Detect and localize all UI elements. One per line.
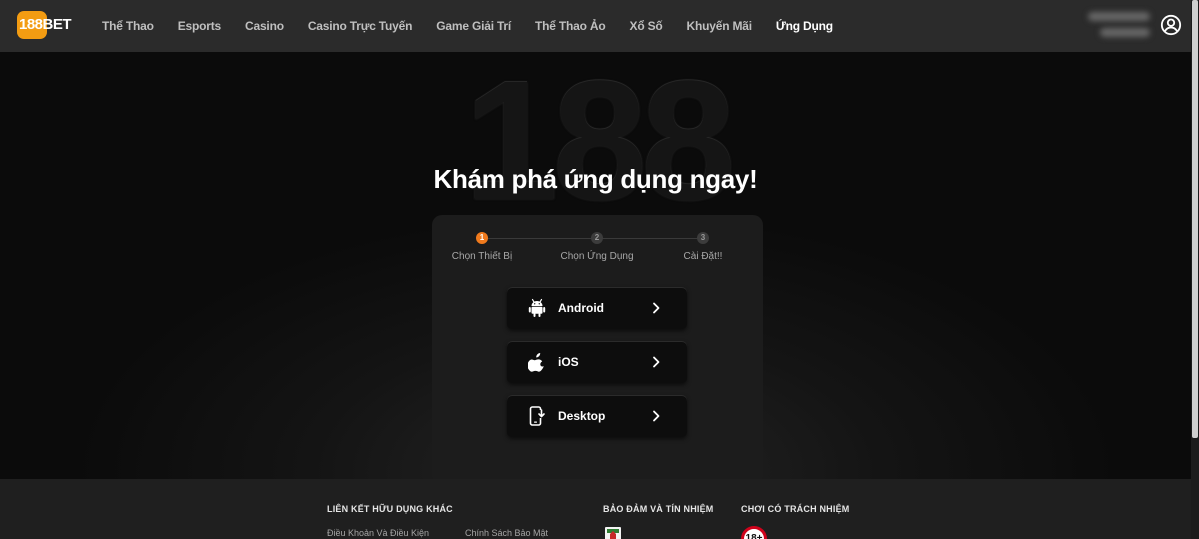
nav-item-xo-so[interactable]: Xổ Số [618,19,675,33]
background-logo: 188 [464,52,736,236]
step-number: 2 [591,232,603,244]
apple-icon [528,353,544,372]
scrollbar-thumb[interactable] [1192,0,1198,438]
footer-heading-useful-links: LIÊN KẾT HỮU DỤNG KHÁC [327,504,453,514]
android-icon [528,298,546,317]
app-download-card: 1 Chọn Thiết Bị 2 Chọn Ứng Dụng 3 Cài Đặ… [432,215,763,479]
desktop-button[interactable]: Desktop [507,395,687,437]
option-label: Android [558,301,604,315]
nav-item-khuyen-mai[interactable]: Khuyến Mãi [675,19,764,33]
footer: LIÊN KẾT HỮU DỤNG KHÁC Điều Khoản Và Điề… [0,479,1191,539]
device-download-icon [529,406,546,426]
step-number: 3 [697,232,709,244]
step-label: Chọn Ứng Dụng [560,251,634,262]
footer-heading-responsible: CHƠI CÓ TRÁCH NHIỆM [741,504,850,514]
chevron-right-icon [653,302,660,314]
footer-link-terms[interactable]: Điều Khoản Và Điều Kiện [327,528,429,538]
brand-logo[interactable]: 188BET [17,9,72,41]
top-nav: 188BET Thể Thao Esports Casino Casino Tr… [0,0,1191,52]
license-badge-icon[interactable] [604,526,622,539]
page-title: Khám phá ứng dụng ngay! [433,164,758,194]
step-number: 1 [476,232,488,244]
ios-button[interactable]: iOS [507,341,687,383]
option-label: iOS [558,355,579,369]
hero-section: 188 Khám phá ứng dụng ngay! 1 Chọn Thiết… [0,52,1191,479]
nav-item-ung-dung[interactable]: Ứng Dụng [764,19,845,33]
footer-link-privacy[interactable]: Chính Sách Bảo Mật [465,528,548,538]
android-button[interactable]: Android [507,287,687,329]
nav-item-casino[interactable]: Casino [233,19,296,33]
user-circle-icon[interactable] [1160,14,1182,36]
nav-menu: Thể Thao Esports Casino Casino Trực Tuyế… [90,0,845,52]
step-choose-device: 1 Chọn Thiết Bị [432,232,532,262]
nav-item-game-giai-tri[interactable]: Game Giải Trí [424,19,523,33]
step-choose-app: 2 Chọn Ứng Dụng [547,232,647,262]
logo-text: 188BET [19,16,72,33]
option-label: Desktop [558,409,606,423]
nav-item-the-thao-ao[interactable]: Thể Thao Ảo [523,19,617,33]
account-info-blurred [1086,10,1152,40]
chevron-right-icon [653,410,660,422]
nav-item-casino-truc-tuyen[interactable]: Casino Trực Tuyến [296,19,424,33]
step-label: Cài Đặt!! [683,251,723,262]
nav-item-esports[interactable]: Esports [166,19,233,33]
age-restriction-badge[interactable]: 18+ [741,526,767,539]
step-install: 3 Cài Đặt!! [653,232,753,262]
page-scrollbar[interactable] [1191,0,1199,539]
nav-item-the-thao[interactable]: Thể Thao [90,19,166,33]
chevron-right-icon [653,356,660,368]
step-label: Chọn Thiết Bị [451,251,513,262]
footer-heading-trust: BẢO ĐẢM VÀ TÍN NHIỆM [603,504,714,514]
